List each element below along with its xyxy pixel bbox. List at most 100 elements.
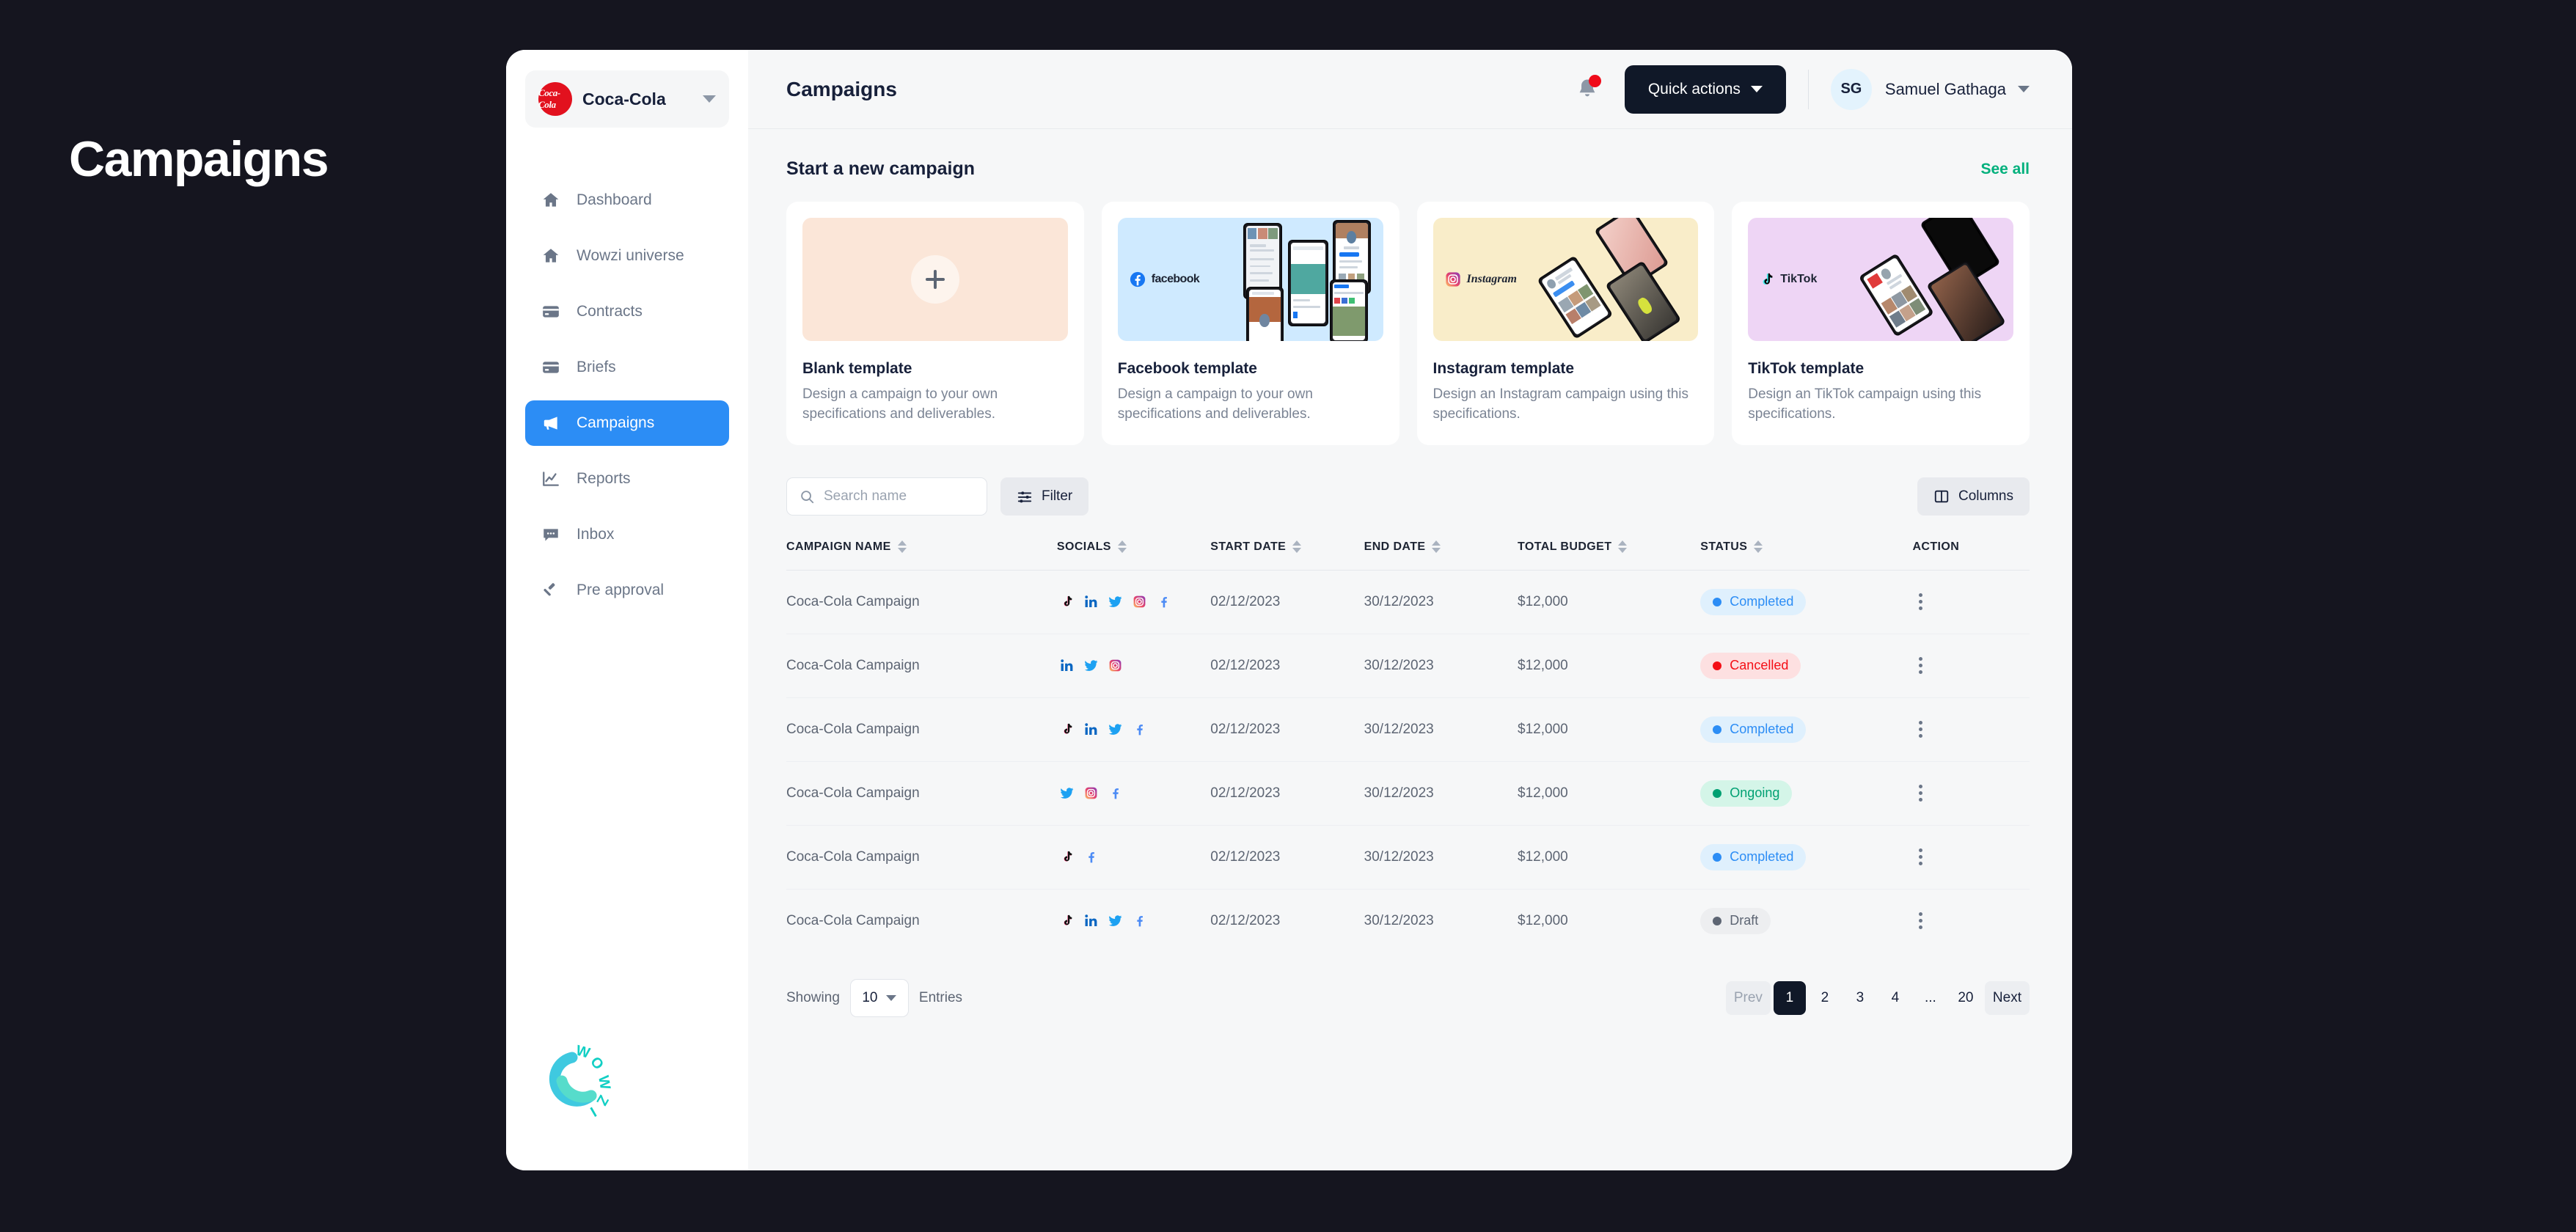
cell-action — [1912, 697, 2030, 762]
status-badge: Completed — [1700, 716, 1807, 743]
filter-label: Filter — [1042, 488, 1073, 504]
entries-label: Entries — [918, 989, 963, 1005]
chevron-down-icon — [886, 994, 897, 1001]
sidebar-item-briefs[interactable]: Briefs — [525, 345, 729, 390]
th-campaign-name[interactable]: CAMPAIGN NAME — [786, 540, 1057, 571]
sidebar-item-reports[interactable]: Reports — [525, 456, 729, 502]
app-window: Coca-Cola Coca-Cola Dashboard Wowzi univ… — [506, 50, 2072, 1170]
tiktok-icon[interactable] — [1057, 592, 1077, 612]
instagram-icon[interactable] — [1081, 783, 1102, 804]
notifications-button[interactable] — [1570, 73, 1604, 106]
table-row[interactable]: Coca-Cola Campaign 02/12/2023 30/12/2023 $1… — [786, 824, 2030, 890]
see-all-link[interactable]: See all — [1980, 161, 2030, 178]
th-status[interactable]: STATUS — [1700, 540, 1912, 571]
page-button-3[interactable]: 3 — [1844, 981, 1876, 1015]
avatar: SG — [1830, 68, 1872, 110]
sidebar-item-campaigns[interactable]: Campaigns — [525, 400, 729, 446]
table-row[interactable]: Coca-Cola Campaign 02/12/2023 30/12/2023 $1… — [786, 697, 2030, 762]
cell-status: Draft — [1700, 888, 1913, 953]
quick-actions-button[interactable]: Quick actions — [1624, 65, 1786, 114]
facebook-icon[interactable] — [1105, 783, 1126, 804]
twitter-icon[interactable] — [1081, 656, 1102, 676]
main-area: Campaigns Quick actions SG Samuel Gathag… — [748, 50, 2072, 1170]
twitter-icon[interactable] — [1057, 783, 1077, 804]
th-end-date[interactable]: END DATE — [1364, 540, 1518, 571]
facebook-icon[interactable] — [1130, 911, 1150, 931]
template-card-tiktok[interactable]: TikTok TikTok template Design an TikTok … — [1732, 202, 2030, 445]
table-row[interactable]: Coca-Cola Campaign 02/12/2023 30/12/2023 $1… — [786, 760, 2030, 826]
row-actions-button[interactable] — [1912, 721, 1928, 738]
plus-icon — [910, 255, 959, 304]
showing-label: Showing — [786, 989, 840, 1005]
cell-campaign-name: Coca-Cola Campaign — [786, 569, 1057, 634]
row-actions-button[interactable] — [1912, 785, 1928, 802]
linkedin-icon[interactable] — [1081, 592, 1102, 612]
cell-campaign-name: Coca-Cola Campaign — [786, 760, 1057, 826]
templates-section-header: Start a new campaign See all — [786, 158, 2030, 180]
sidebar-item-label: Dashboard — [577, 191, 652, 208]
linkedin-icon[interactable] — [1057, 656, 1077, 676]
sort-icon[interactable] — [1432, 540, 1441, 554]
page-button-2[interactable]: 2 — [1809, 981, 1841, 1015]
th-socials[interactable]: SOCIALS — [1057, 540, 1210, 571]
template-card-instagram[interactable]: Instagram Instagram template Design an I… — [1416, 202, 1715, 445]
table-row[interactable]: Coca-Cola Campaign 02/12/2023 30/12/2023 $1… — [786, 569, 2030, 634]
prev-page-button[interactable]: Prev — [1725, 980, 1771, 1015]
entries-value: 10 — [862, 989, 878, 1005]
row-actions-button[interactable] — [1912, 912, 1928, 930]
template-description: Design a campaign to your own specificat… — [802, 386, 998, 422]
filter-button[interactable]: Filter — [1000, 477, 1089, 516]
chevron-down-icon[interactable] — [2018, 86, 2030, 92]
page-button-4[interactable]: 4 — [1879, 981, 1911, 1015]
brand-switcher[interactable]: Coca-Cola Coca-Cola — [525, 70, 729, 128]
sort-icon[interactable] — [1117, 540, 1127, 554]
sidebar-item-contracts[interactable]: Contracts — [525, 289, 729, 334]
table-row[interactable]: Coca-Cola Campaign 02/12/2023 30/12/2023 $1… — [786, 633, 2030, 698]
search-input[interactable] — [824, 488, 975, 505]
twitter-icon[interactable] — [1105, 911, 1126, 931]
template-card-facebook[interactable]: facebook Facebook template Design a camp… — [1101, 202, 1399, 445]
linkedin-icon[interactable] — [1081, 719, 1102, 740]
table-row[interactable]: Coca-Cola Campaign 02/12/2023 30/12/2023 $1… — [786, 888, 2030, 953]
cell-socials — [1056, 569, 1211, 634]
th-start-date[interactable]: START DATE — [1210, 540, 1364, 571]
phone-mockups — [1537, 218, 1699, 341]
sidebar-item-wowzi-universe[interactable]: Wowzi universe — [525, 233, 729, 279]
row-actions-button[interactable] — [1912, 657, 1928, 675]
twitter-icon[interactable] — [1105, 592, 1126, 612]
tiktok-icon[interactable] — [1057, 719, 1077, 740]
th-total-budget[interactable]: TOTAL BUDGET — [1518, 540, 1700, 571]
template-thumbnail: Instagram — [1432, 218, 1699, 341]
cell-socials — [1056, 888, 1211, 953]
cell-start-date: 02/12/2023 — [1210, 888, 1364, 953]
entries-select[interactable]: 10 — [849, 978, 909, 1017]
sort-icon[interactable] — [897, 540, 907, 554]
cell-campaign-name: Coca-Cola Campaign — [786, 824, 1057, 890]
columns-button[interactable]: Columns — [1917, 477, 2030, 516]
page-button-1[interactable]: 1 — [1773, 980, 1806, 1015]
sidebar-item-inbox[interactable]: Inbox — [525, 512, 729, 557]
sort-icon[interactable] — [1754, 540, 1763, 554]
sidebar-item-pre-approval[interactable]: Pre approval — [525, 568, 729, 613]
row-actions-button[interactable] — [1912, 848, 1928, 866]
linkedin-icon[interactable] — [1081, 911, 1102, 931]
next-page-button[interactable]: Next — [1984, 980, 2030, 1015]
svg-text:W: W — [595, 1074, 613, 1091]
twitter-icon[interactable] — [1105, 719, 1126, 740]
sidebar-item-dashboard[interactable]: Dashboard — [525, 177, 729, 223]
tiktok-icon[interactable] — [1057, 847, 1077, 868]
row-actions-button[interactable] — [1912, 593, 1928, 611]
template-card-blank[interactable]: Blank template Design a campaign to your… — [786, 202, 1084, 445]
sort-icon[interactable] — [1292, 540, 1302, 554]
facebook-icon[interactable] — [1154, 592, 1174, 612]
search-field[interactable] — [786, 477, 987, 516]
tiktok-icon[interactable] — [1057, 911, 1077, 931]
facebook-icon[interactable] — [1130, 719, 1150, 740]
cell-start-date: 02/12/2023 — [1210, 824, 1364, 890]
columns-label: Columns — [1958, 488, 2013, 504]
sort-icon[interactable] — [1618, 540, 1628, 554]
instagram-icon[interactable] — [1105, 656, 1126, 676]
instagram-icon[interactable] — [1130, 592, 1150, 612]
facebook-icon[interactable] — [1081, 847, 1102, 868]
page-button-20[interactable]: 20 — [1950, 981, 1982, 1015]
